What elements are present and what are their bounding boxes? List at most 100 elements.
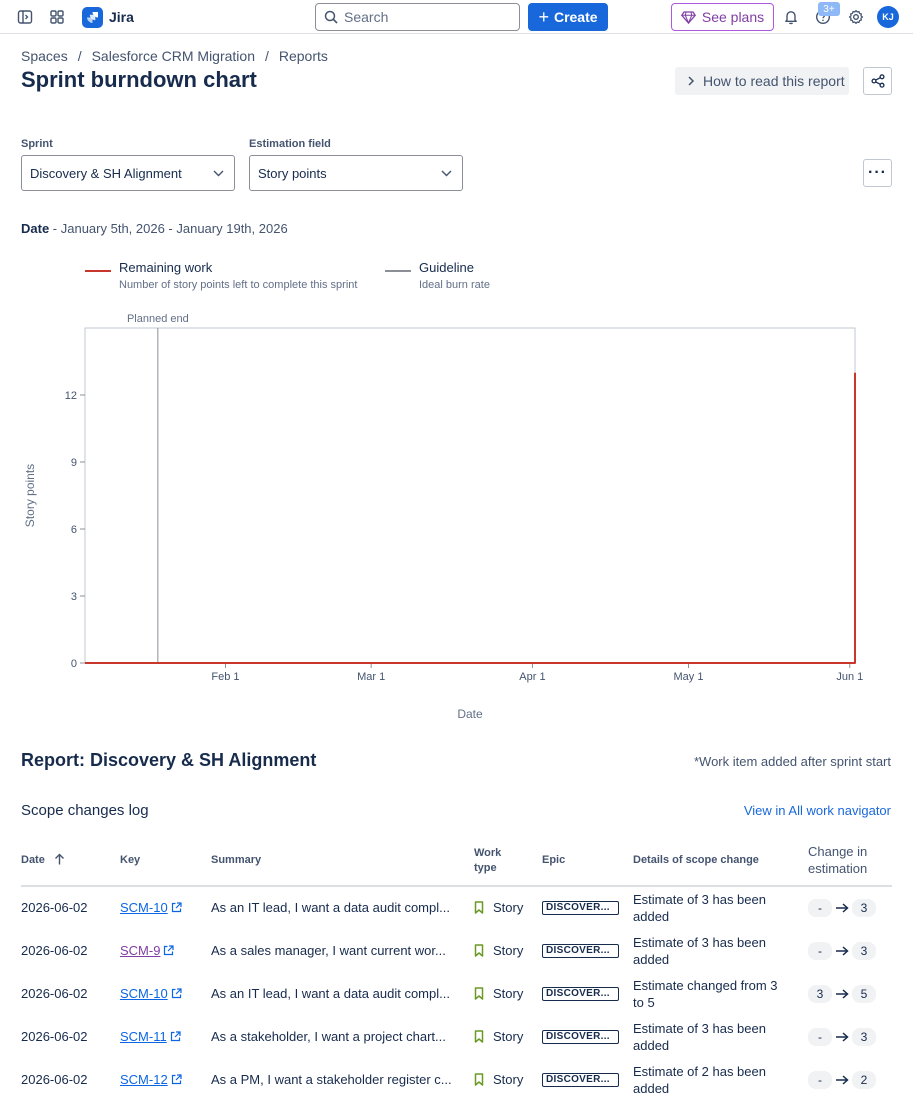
work-type-label: Story <box>493 1029 524 1044</box>
work-item-key-link[interactable]: SCM-11 <box>120 1029 167 1044</box>
estimate-from-chip: - <box>808 898 832 917</box>
row-summary: As a sales manager, I want current wor..… <box>211 929 461 972</box>
arrow-right-icon <box>835 945 849 956</box>
table-row[interactable]: 2026-06-02 SCM-9 As a sales manager, I w… <box>0 929 913 972</box>
summary-text: As an IT lead, I want a data audit compl… <box>211 900 450 915</box>
bell-icon[interactable] <box>782 8 800 26</box>
row-key[interactable]: SCM-12 <box>120 1058 182 1100</box>
external-link-icon <box>171 902 182 913</box>
work-type-label: Story <box>493 943 524 958</box>
jira-logo-icon[interactable] <box>82 7 103 28</box>
legend-subtitle: Ideal burn rate <box>419 279 490 291</box>
breadcrumb-project[interactable]: Salesforce CRM Migration <box>92 48 255 64</box>
epic-lozenge[interactable]: DISCOVER... <box>542 986 619 1001</box>
breadcrumb: Spaces / Salesforce CRM Migration / Repo… <box>21 48 328 64</box>
story-icon <box>474 986 486 1001</box>
table-row[interactable]: 2026-06-02 SCM-10 As an IT lead, I want … <box>0 886 913 929</box>
app-name[interactable]: Jira <box>109 9 134 25</box>
epic-lozenge[interactable]: DISCOVER... <box>542 943 619 958</box>
x-tick-label: Mar 1 <box>357 671 385 683</box>
estimate-to-chip: 5 <box>852 984 876 1003</box>
row-details: Estimate of 3 has been added <box>633 886 783 929</box>
epic-lozenge[interactable]: DISCOVER... <box>542 1029 619 1044</box>
scope-change-details: Estimate of 2 has been added <box>633 1063 766 1096</box>
gem-icon <box>680 10 696 24</box>
summary-text: As a sales manager, I want current wor..… <box>211 943 446 958</box>
scope-change-details: Estimate of 3 has been added <box>633 1020 766 1053</box>
row-work-type: Story <box>474 972 523 1015</box>
gear-icon[interactable] <box>847 8 865 26</box>
row-epic: DISCOVER... <box>542 1015 619 1058</box>
row-estimation-change: - 3 <box>808 929 876 972</box>
sort-ascending-icon[interactable] <box>54 853 65 865</box>
row-work-type: Story <box>474 886 523 929</box>
chevron-right-icon <box>687 76 695 86</box>
scope-change-details: Estimate of 3 has been added <box>633 934 766 967</box>
how-to-read-button[interactable]: How to read this report <box>675 67 849 95</box>
table-row[interactable]: 2026-06-02 SCM-12 As a PM, I want a stak… <box>0 1058 913 1100</box>
sprint-select[interactable]: Discovery & SH Alignment <box>21 155 235 191</box>
scope-change-details: Estimate of 3 has been added <box>633 891 766 924</box>
search-icon <box>324 10 338 24</box>
sprint-select-value: Discovery & SH Alignment <box>30 165 182 181</box>
how-to-read-label: How to read this report <box>703 73 845 89</box>
y-axis-label: Story points <box>23 464 37 527</box>
column-header-change: Change in estimation <box>808 844 868 876</box>
page-title: Sprint burndown chart <box>21 67 257 92</box>
view-in-navigator-link[interactable]: View in All work navigator <box>744 803 891 818</box>
row-key[interactable]: SCM-9 <box>120 929 175 972</box>
app-switcher-icon[interactable] <box>48 8 66 26</box>
create-button-label: Create <box>553 9 598 25</box>
search-input[interactable]: Search <box>315 3 520 31</box>
help-notification-badge: 3+ <box>818 2 840 16</box>
row-details: Estimate of 3 has been added <box>633 1015 783 1058</box>
work-item-key-link[interactable]: SCM-10 <box>120 900 168 915</box>
more-actions-button[interactable]: ··· <box>863 159 892 187</box>
see-plans-button[interactable]: See plans <box>671 3 774 31</box>
y-tick-label: 0 <box>71 658 77 670</box>
row-summary: As an IT lead, I want a data audit compl… <box>211 972 461 1015</box>
x-tick-label: May 1 <box>674 671 704 683</box>
table-row[interactable]: 2026-06-02 SCM-10 As an IT lead, I want … <box>0 972 913 1015</box>
estimation-field-label: Estimation field <box>249 138 331 150</box>
sprint-label: Sprint <box>21 138 53 150</box>
row-date: 2026-06-02 <box>21 986 88 1001</box>
estimate-to-chip: 3 <box>852 941 876 960</box>
table-row[interactable]: 2026-06-02 SCM-11 As a stakeholder, I wa… <box>0 1015 913 1058</box>
series-remaining-work-line <box>85 372 856 664</box>
y-tick-label: 9 <box>71 457 77 469</box>
row-key[interactable]: SCM-10 <box>120 886 182 929</box>
column-header-work-type: Work type <box>474 847 502 874</box>
date-value: - January 5th, 2026 - January 19th, 2026 <box>49 221 288 236</box>
report-note: *Work item added after sprint start <box>693 754 891 769</box>
row-key[interactable]: SCM-11 <box>120 1015 181 1058</box>
work-item-key-link[interactable]: SCM-12 <box>120 1072 168 1087</box>
row-details: Estimate of 3 has been added <box>633 929 783 972</box>
top-navigation-bar: Jira Search + Create See plans 3+ KJ <box>0 0 913 34</box>
work-item-key-link[interactable]: SCM-10 <box>120 986 168 1001</box>
epic-lozenge[interactable]: DISCOVER... <box>542 1072 619 1087</box>
estimation-field-select[interactable]: Story points <box>249 155 463 191</box>
column-header-date[interactable]: Date <box>21 853 65 868</box>
row-summary: As a stakeholder, I want a project chart… <box>211 1015 461 1058</box>
user-avatar[interactable]: KJ <box>877 6 899 28</box>
column-header-key: Key <box>120 854 141 866</box>
breadcrumb-reports[interactable]: Reports <box>279 48 328 64</box>
sidebar-toggle-icon[interactable] <box>16 8 34 26</box>
legend-subtitle: Number of story points left to complete … <box>119 279 358 291</box>
estimate-from-chip: - <box>808 1070 832 1089</box>
create-button[interactable]: + Create <box>528 3 608 31</box>
row-key[interactable]: SCM-10 <box>120 972 182 1015</box>
scope-changes-title: Scope changes log <box>21 802 149 819</box>
epic-lozenge[interactable]: DISCOVER... <box>542 900 619 915</box>
share-button[interactable] <box>863 67 892 95</box>
external-link-icon <box>171 988 182 999</box>
legend-title: Guideline <box>419 260 474 275</box>
work-item-key-link[interactable]: SCM-9 <box>120 943 160 958</box>
x-tick-label: Jun 1 <box>836 671 863 683</box>
column-header-epic: Epic <box>542 854 566 866</box>
breadcrumb-spaces[interactable]: Spaces <box>21 48 68 64</box>
row-epic: DISCOVER... <box>542 972 619 1015</box>
legend-swatch-remaining <box>85 270 111 272</box>
see-plans-label: See plans <box>701 9 765 25</box>
